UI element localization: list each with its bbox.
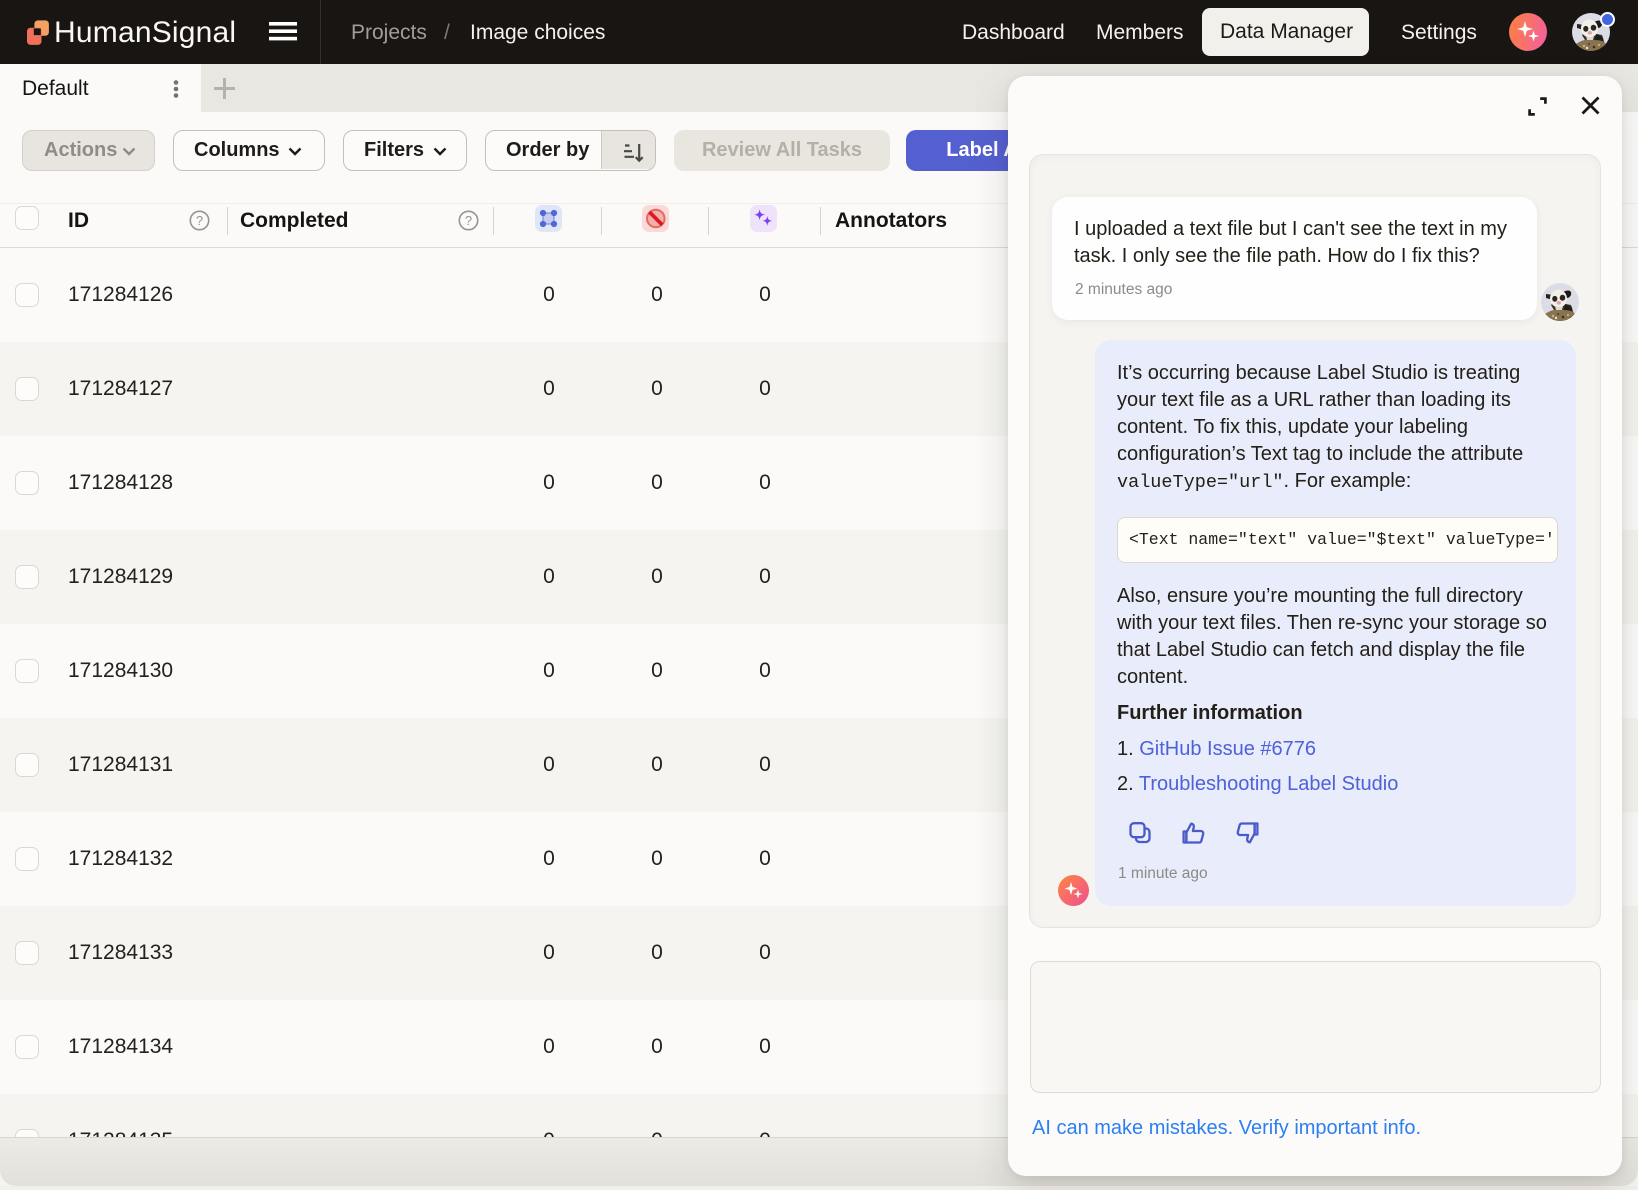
svg-text:?: ? bbox=[465, 213, 472, 228]
svg-text:?: ? bbox=[196, 213, 203, 228]
